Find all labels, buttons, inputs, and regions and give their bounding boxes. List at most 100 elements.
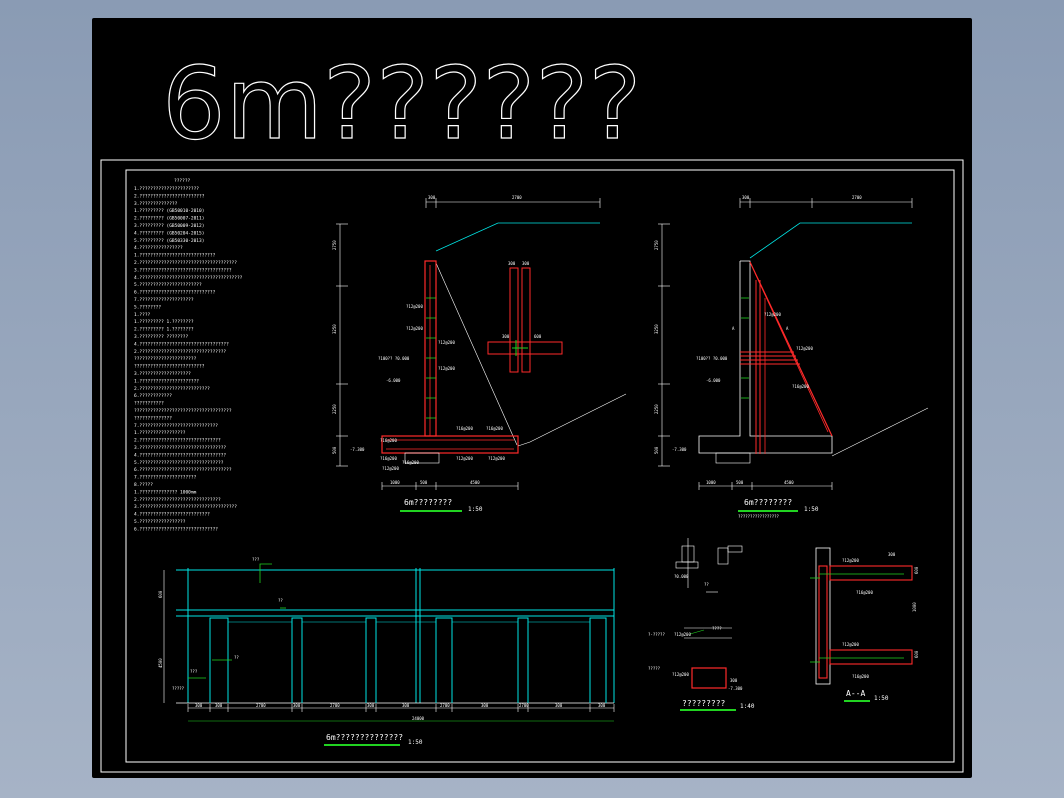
notes-line: 5.??????????????????????????????? [134, 460, 224, 466]
s2-dim-left-3: 500 [654, 446, 659, 454]
s1-caption: 6m???????? [404, 498, 452, 507]
s1-detail-dim-0: 300 [508, 261, 516, 266]
aa-label-7: 600 [914, 650, 919, 658]
notes-line: 1.????????????????? [134, 430, 186, 436]
elev-label-0: ??? [252, 557, 260, 562]
notes-line: 7.????????????????????? [134, 475, 197, 481]
elev-dim-bottom: 300 [402, 703, 410, 708]
det-label-6: ?12@200 [672, 672, 689, 677]
s1-dim-left-2: 2250 [332, 404, 337, 414]
elev-dim-bottom: 2700 [256, 703, 266, 708]
elev-dim-bottom: 300 [293, 703, 301, 708]
elev-dim-bottom: 2700 [519, 703, 529, 708]
s1-label-1: ?12@200 [406, 326, 423, 331]
s2-dim-top-0: 300 [742, 195, 750, 200]
s1-dim-top-0: 300 [428, 195, 436, 200]
notes-line: 1.???? [134, 312, 151, 318]
s1-dim-bot-0: 1000 [390, 480, 400, 485]
s2-label-3: A [732, 326, 735, 331]
notes-line: 3.????????? ???????? [134, 334, 188, 340]
notes-line: 4.?????????????????????????? [134, 512, 210, 518]
notes-line: 1.?????????????? 1000mm [134, 489, 197, 495]
aa-label-6: 600 [914, 566, 919, 574]
notes-line: 5.????????????????? [134, 519, 186, 525]
s2-label-5: ?100?? ?0.000 [696, 356, 728, 361]
s2-scale: 1:50 [804, 506, 819, 513]
notes-line: 6.???????????? [134, 393, 172, 399]
s1-dim-left-3: 500 [332, 446, 337, 454]
s1-label-3: ?12@200 [438, 366, 455, 371]
s1-label-12: ?100?? ?0.000 [378, 356, 410, 361]
s1-label-2: ?12@200 [438, 340, 455, 345]
s2-label-1: ?12@200 [796, 346, 813, 351]
notes-line: ??????????????????????? [134, 356, 197, 362]
elev-dim-bottom: 300 [195, 703, 203, 708]
notes-line: 4.????????????????????????????????? [134, 341, 229, 347]
det-label-2: ?-????? [648, 632, 665, 637]
notes-line: ??????????? [134, 401, 164, 407]
s2-caption: 6m???????? [744, 498, 792, 507]
elev-dim-bottom: 300 [555, 703, 563, 708]
notes-line: 4.????????? (GB50204-2015) [134, 230, 204, 236]
elev-dim-bottom: 300 [367, 703, 375, 708]
s1-detail-dim-2: 300 [502, 334, 510, 339]
notes-line: 3.????????? (GB50009-2012) [134, 223, 204, 229]
notes-heading: ?????? [174, 178, 191, 184]
notes-line: 4.???????????????????????????????? [134, 452, 226, 458]
elev-label-2: ?? [234, 655, 239, 660]
s2-dim-top-1: 2700 [852, 195, 862, 200]
notes-line: 7.???????????????????? [134, 297, 194, 303]
notes-line: 8.????? [134, 482, 153, 488]
section-aa: ?12@200 ?16@200 ?12@200 ?16@200 300 1000… [810, 547, 919, 702]
elev-dim-bottom: 300 [598, 703, 606, 708]
det-label-8: -7.300 [728, 686, 743, 691]
aa-label-0: ?12@200 [842, 558, 859, 563]
notes-line: 7.????????????????????????????? [134, 423, 218, 429]
drawing-canvas: 6m?????? ?????? 1.??????????????????????… [100, 44, 964, 773]
s2-dim-left-2: 2250 [654, 404, 659, 414]
notes-line: 6.?????????????????????????????????? [134, 467, 232, 473]
s2-dim-left-0: 2750 [654, 240, 659, 250]
s1-label-14: -7.300 [350, 447, 365, 452]
aa-label-2: ?12@200 [842, 642, 859, 647]
s1-label-4: ?16@200 [380, 438, 397, 443]
s1-label-0: ?12@200 [406, 304, 423, 309]
cad-viewport[interactable]: 6m?????? ?????? 1.??????????????????????… [92, 18, 972, 778]
elev-dim-bottom: 300 [481, 703, 489, 708]
s1-label-9: ?12@200 [456, 456, 473, 461]
elev-dim-left-0: 600 [158, 590, 163, 598]
s1-label-7: ?16@200 [486, 426, 503, 431]
notes-line: 2.???????????????????????? [134, 193, 205, 199]
elev-scale: 1:50 [408, 739, 423, 746]
s1-dim-bot-1: 500 [420, 480, 428, 485]
s1-label-11: ?12@200 [488, 456, 505, 461]
det-label-3: ?12@200 [674, 632, 691, 637]
notes-block: ?????? 1.??????????????????????2.???????… [134, 178, 243, 532]
elev-dim-bottom: 2700 [330, 703, 340, 708]
elev-dim-bottom: 300 [215, 703, 223, 708]
section-2: 300 2700 2750 3250 2250 500 ?12@200 ?12@… [654, 195, 929, 519]
outer-frame [100, 159, 964, 773]
s1-detail-dim-1: 300 [522, 261, 530, 266]
s1-t-detail: 300 300 300 600 [487, 261, 563, 373]
notes-line: ?????????????????????????? [134, 364, 205, 370]
elev-label-3: ??? [190, 669, 198, 674]
s2-label-6: -6.000 [706, 378, 721, 383]
notes-line: 1.????????? 1.???????? [134, 319, 194, 325]
s2-dim-left-1: 3250 [654, 324, 659, 334]
elev-dim-left-1: 4500 [158, 658, 163, 668]
notes-line: 4.???????????????? [134, 245, 183, 251]
s2-dim-bot-1: 500 [736, 480, 744, 485]
elev-dim-bottom: 2700 [440, 703, 450, 708]
s1-dim-left-0: 2750 [332, 240, 337, 250]
notes-line: 2.???????????????????????????????? [134, 349, 226, 355]
det-label-4: ???? [712, 626, 722, 631]
s1-label-13: -6.000 [386, 378, 401, 383]
s2-label-4: A [786, 326, 789, 331]
aa-label-3: ?16@200 [852, 674, 869, 679]
section-1: 300 2700 2750 3250 2250 500 ?12@200 ?12@… [332, 195, 627, 513]
s2-dim-bot-0: 1000 [706, 480, 716, 485]
s2-subcaption: ????????????????? [738, 514, 780, 519]
aa-label-1: ?16@200 [856, 590, 873, 595]
s1-label-6: ?16@200 [456, 426, 473, 431]
